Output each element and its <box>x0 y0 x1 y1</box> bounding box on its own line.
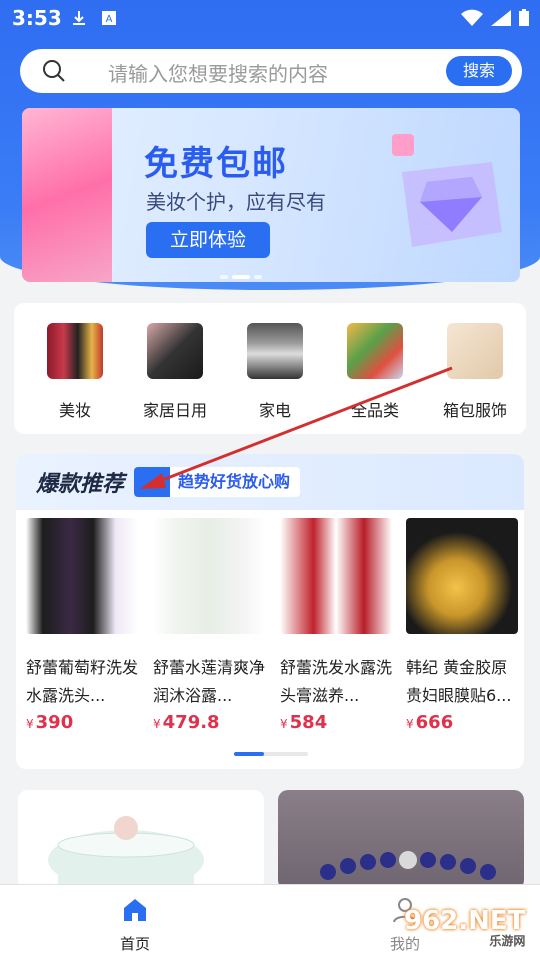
category-label: 家电 <box>258 401 291 420</box>
category-label: 家居日用 <box>142 401 207 420</box>
app-notification-icon: A <box>102 11 116 25</box>
search-icon <box>43 60 65 82</box>
hot-pager <box>234 752 308 756</box>
product-image <box>406 518 518 634</box>
category-panel: 美妆 家居日用 家电 全品类 箱包服饰 <box>14 303 526 434</box>
banner-pager <box>218 264 264 282</box>
product-card[interactable]: 舒蕾葡萄籽洗发水露洗头... ¥390 <box>26 518 138 733</box>
tab-home-label: 首页 <box>119 935 150 953</box>
category-label: 箱包服饰 <box>442 401 507 420</box>
download-icon <box>73 11 85 25</box>
category-item-home[interactable]: 家居日用 <box>125 323 225 421</box>
search-button[interactable]: 搜索 <box>446 56 512 86</box>
category-item-all[interactable]: 全品类 <box>325 323 425 421</box>
banner-cta-button[interactable]: 立即体验 <box>146 222 270 258</box>
status-time: 3:53 <box>12 6 62 30</box>
category-label: 全品类 <box>350 401 399 420</box>
range-hood-icon <box>247 323 303 379</box>
category-item-cosmetics[interactable]: 美妆 <box>25 323 125 421</box>
product-name: 舒蕾洗发水露洗头膏滋养... <box>280 658 392 705</box>
cosmetics-banner-image <box>22 108 112 282</box>
product-image <box>26 518 138 634</box>
groceries-icon <box>347 323 403 379</box>
feed-card[interactable] <box>18 790 264 890</box>
diamond-gift-icon <box>392 134 502 247</box>
hot-products-section: 爆款推荐 趋势好货放心购 舒蕾葡萄籽洗发水露洗头... ¥390 舒蕾水莲清爽净… <box>16 454 524 769</box>
battery-icon <box>519 9 529 26</box>
product-card[interactable]: 舒蕾洗发水露洗头膏滋养... ¥584 <box>280 518 392 733</box>
category-label: 美妆 <box>58 401 91 420</box>
svg-text:A: A <box>106 14 113 25</box>
product-card[interactable]: 舒蕾水莲清爽净润沐浴露... ¥479.8 <box>153 518 265 733</box>
hot-section-header: 爆款推荐 趋势好货放心购 <box>16 454 524 510</box>
category-item-appliances[interactable]: 家电 <box>225 323 325 421</box>
search-bar[interactable]: 请输入您想要搜索的内容 搜索 <box>20 49 522 93</box>
signal-icon <box>491 10 511 26</box>
home-icon <box>124 899 146 921</box>
product-price: ¥584 <box>280 712 328 733</box>
product-name: 韩纪 黄金胶原贵妇眼膜贴6... <box>406 658 512 705</box>
bag-icon <box>447 323 503 379</box>
product-price: ¥479.8 <box>153 712 220 733</box>
bracelet-image <box>320 851 496 880</box>
search-input[interactable]: 请输入您想要搜索的内容 <box>108 58 328 87</box>
wifi-icon <box>461 9 483 26</box>
product-image <box>280 518 392 634</box>
hot-section-badge: 趋势好货放心购 <box>134 467 301 497</box>
site-watermark: 962.NET 乐游网 <box>404 906 526 948</box>
tab-home[interactable]: 首页 <box>95 897 175 954</box>
product-image <box>153 518 265 634</box>
product-price: ¥390 <box>26 712 74 733</box>
hot-section-title: 爆款推荐 <box>36 472 125 497</box>
product-price: ¥666 <box>406 712 454 733</box>
thumbs-up-icon <box>134 467 170 497</box>
cosmetics-icon <box>47 323 103 379</box>
product-card[interactable]: 韩纪 黄金胶原贵妇眼膜贴6... ¥666 <box>406 518 518 733</box>
status-bar: 3:53 A <box>0 0 540 38</box>
product-name: 舒蕾葡萄籽洗发水露洗头... <box>26 658 138 705</box>
umbrella-icon <box>147 323 203 379</box>
hot-badge-text: 趋势好货放心购 <box>178 472 291 491</box>
product-name: 舒蕾水莲清爽净润沐浴露... <box>153 658 265 705</box>
category-item-bags[interactable]: 箱包服饰 <box>425 323 525 421</box>
feed-card[interactable] <box>278 790 524 890</box>
banner-subtitle: 美妆个护，应有尽有 <box>146 190 326 214</box>
pot-image <box>48 816 204 890</box>
promo-banner[interactable]: 免费包邮 美妆个护，应有尽有 立即体验 <box>22 108 520 282</box>
banner-title: 免费包邮 <box>144 144 288 184</box>
